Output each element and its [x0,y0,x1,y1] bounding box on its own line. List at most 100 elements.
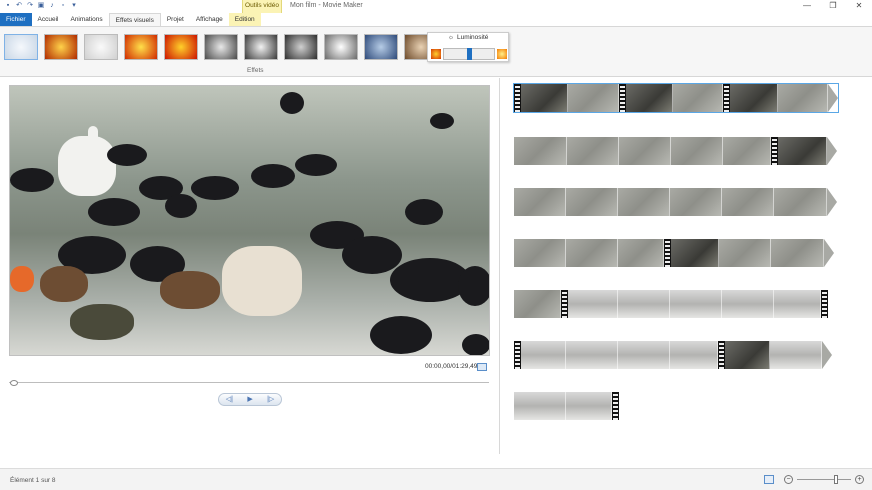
frame-thumbnail [770,341,822,369]
tab-home[interactable]: Accueil [32,13,65,26]
save-icon[interactable]: ▪ [4,2,12,10]
mallard [160,271,220,309]
effect-thumb-bw-contrast[interactable] [244,34,278,60]
frame-thumbnail [568,290,618,318]
seek-bar[interactable] [9,380,489,386]
strip-continue-arrow [827,137,837,165]
clip-strip[interactable] [514,341,832,369]
frame-thumbnail [670,341,718,369]
maximize-button[interactable]: ❐ [820,0,846,13]
frame-thumbnail [514,290,561,318]
clip-end-marker [771,137,778,165]
effect-thumb-blue-tint[interactable] [364,34,398,60]
coot [107,144,147,166]
clip-strip[interactable] [514,137,837,165]
window-title: Mon film - Movie Maker [290,2,363,9]
frame-thumbnail [778,137,827,165]
clip-strip[interactable] [513,83,839,113]
play-icon[interactable]: ▶ [240,394,261,405]
undo-icon[interactable]: ↶ [15,2,23,10]
frame-thumbnail [514,239,566,267]
frame-thumbnail [566,341,618,369]
playback-controls: ◁| ▶ |▷ [218,393,282,406]
coot [295,154,337,176]
frame-thumbnail [671,239,719,267]
brightness-slider-thumb[interactable] [467,48,472,60]
effect-thumb-bw-light[interactable] [324,34,358,60]
seek-thumb[interactable] [10,380,18,386]
clip-start-marker [514,341,521,369]
coot [370,316,432,354]
clip-strip[interactable] [514,188,837,216]
tab-animations[interactable]: Animations [64,13,108,26]
effect-thumb-bw[interactable] [204,34,238,60]
frame-thumbnail [774,188,827,216]
pane-splitter[interactable] [499,78,500,454]
thumbnail-size-icon[interactable] [764,475,774,484]
zoom-out-icon[interactable]: − [784,475,793,484]
clip-strip[interactable] [514,239,834,267]
frame-thumbnail [723,137,771,165]
mallard [40,266,88,302]
coot [251,164,295,188]
dropdown-icon[interactable]: ▾ [70,2,78,10]
strip-continue-arrow [822,341,832,369]
tab-visual-effects[interactable]: Effets visuels [108,13,161,26]
frame-thumbnail [725,341,770,369]
title-bar: ▪ ↶ ↷ ▣ ♪ ▫ ▾ Outils vidéo Mon film - Mo… [0,0,872,13]
frame-thumbnail [722,188,774,216]
tab-project[interactable]: Projet [161,13,190,26]
timecode: 00:00,00/01:29,49 [425,363,478,370]
clip-end-marker [821,290,828,318]
close-button[interactable]: ✕ [846,0,872,13]
frame-thumbnail [778,84,828,112]
video-preview [9,85,490,356]
clip-strip[interactable] [514,392,619,420]
coot [342,236,402,274]
frame-thumbnail [673,84,723,112]
fullscreen-icon[interactable] [477,363,487,371]
effect-thumb-warm[interactable] [44,34,78,60]
music-icon[interactable]: ♪ [48,2,56,10]
frame-thumbnail [722,290,774,318]
frame-thumbnail [521,341,566,369]
frame-thumbnail [566,392,612,420]
zoom-slider[interactable] [797,479,851,480]
swan [58,136,116,196]
frame-thumbnail [618,341,670,369]
frame-thumbnail [567,137,619,165]
group-label-effects: Effets [247,67,264,74]
brightness-label[interactable]: ☼ Luminosité [448,34,488,41]
clip-strip[interactable] [514,290,828,318]
coot [462,334,489,355]
zoom-in-icon[interactable]: + [855,475,864,484]
new-icon[interactable]: ▫ [59,2,67,10]
effect-thumb-no-effect[interactable] [4,34,38,60]
effect-thumb-grayscale-dim[interactable] [84,34,118,60]
effect-thumb-orange-flower[interactable] [124,34,158,60]
tab-file[interactable]: Fichier [0,13,32,26]
quick-access-toolbar: ▪ ↶ ↷ ▣ ♪ ▫ ▾ [4,2,78,10]
effect-thumb-red-flower[interactable] [164,34,198,60]
frame-thumbnail [566,239,618,267]
coot [458,266,489,306]
frame-thumbnail [671,137,723,165]
coot [280,92,304,114]
tab-edit[interactable]: Edition [228,13,261,26]
clip-end-marker [664,239,671,267]
zoom-slider-thumb[interactable] [833,475,838,484]
next-frame-icon[interactable]: |▷ [260,394,281,405]
coot [165,194,197,218]
swan-neck [88,126,98,166]
camera-icon[interactable]: ▣ [37,2,45,10]
coot [405,199,443,225]
redo-icon[interactable]: ↷ [26,2,34,10]
window-controls: — ❐ ✕ [794,0,872,13]
ribbon-tabs: Fichier Accueil Animations Effets visuel… [0,13,872,26]
previous-frame-icon[interactable]: ◁| [219,394,240,405]
frame-thumbnail [619,137,671,165]
goose [222,246,302,316]
tab-view[interactable]: Affichage [190,13,229,26]
minimize-button[interactable]: — [794,0,820,13]
effect-thumb-bw-dark[interactable] [284,34,318,60]
